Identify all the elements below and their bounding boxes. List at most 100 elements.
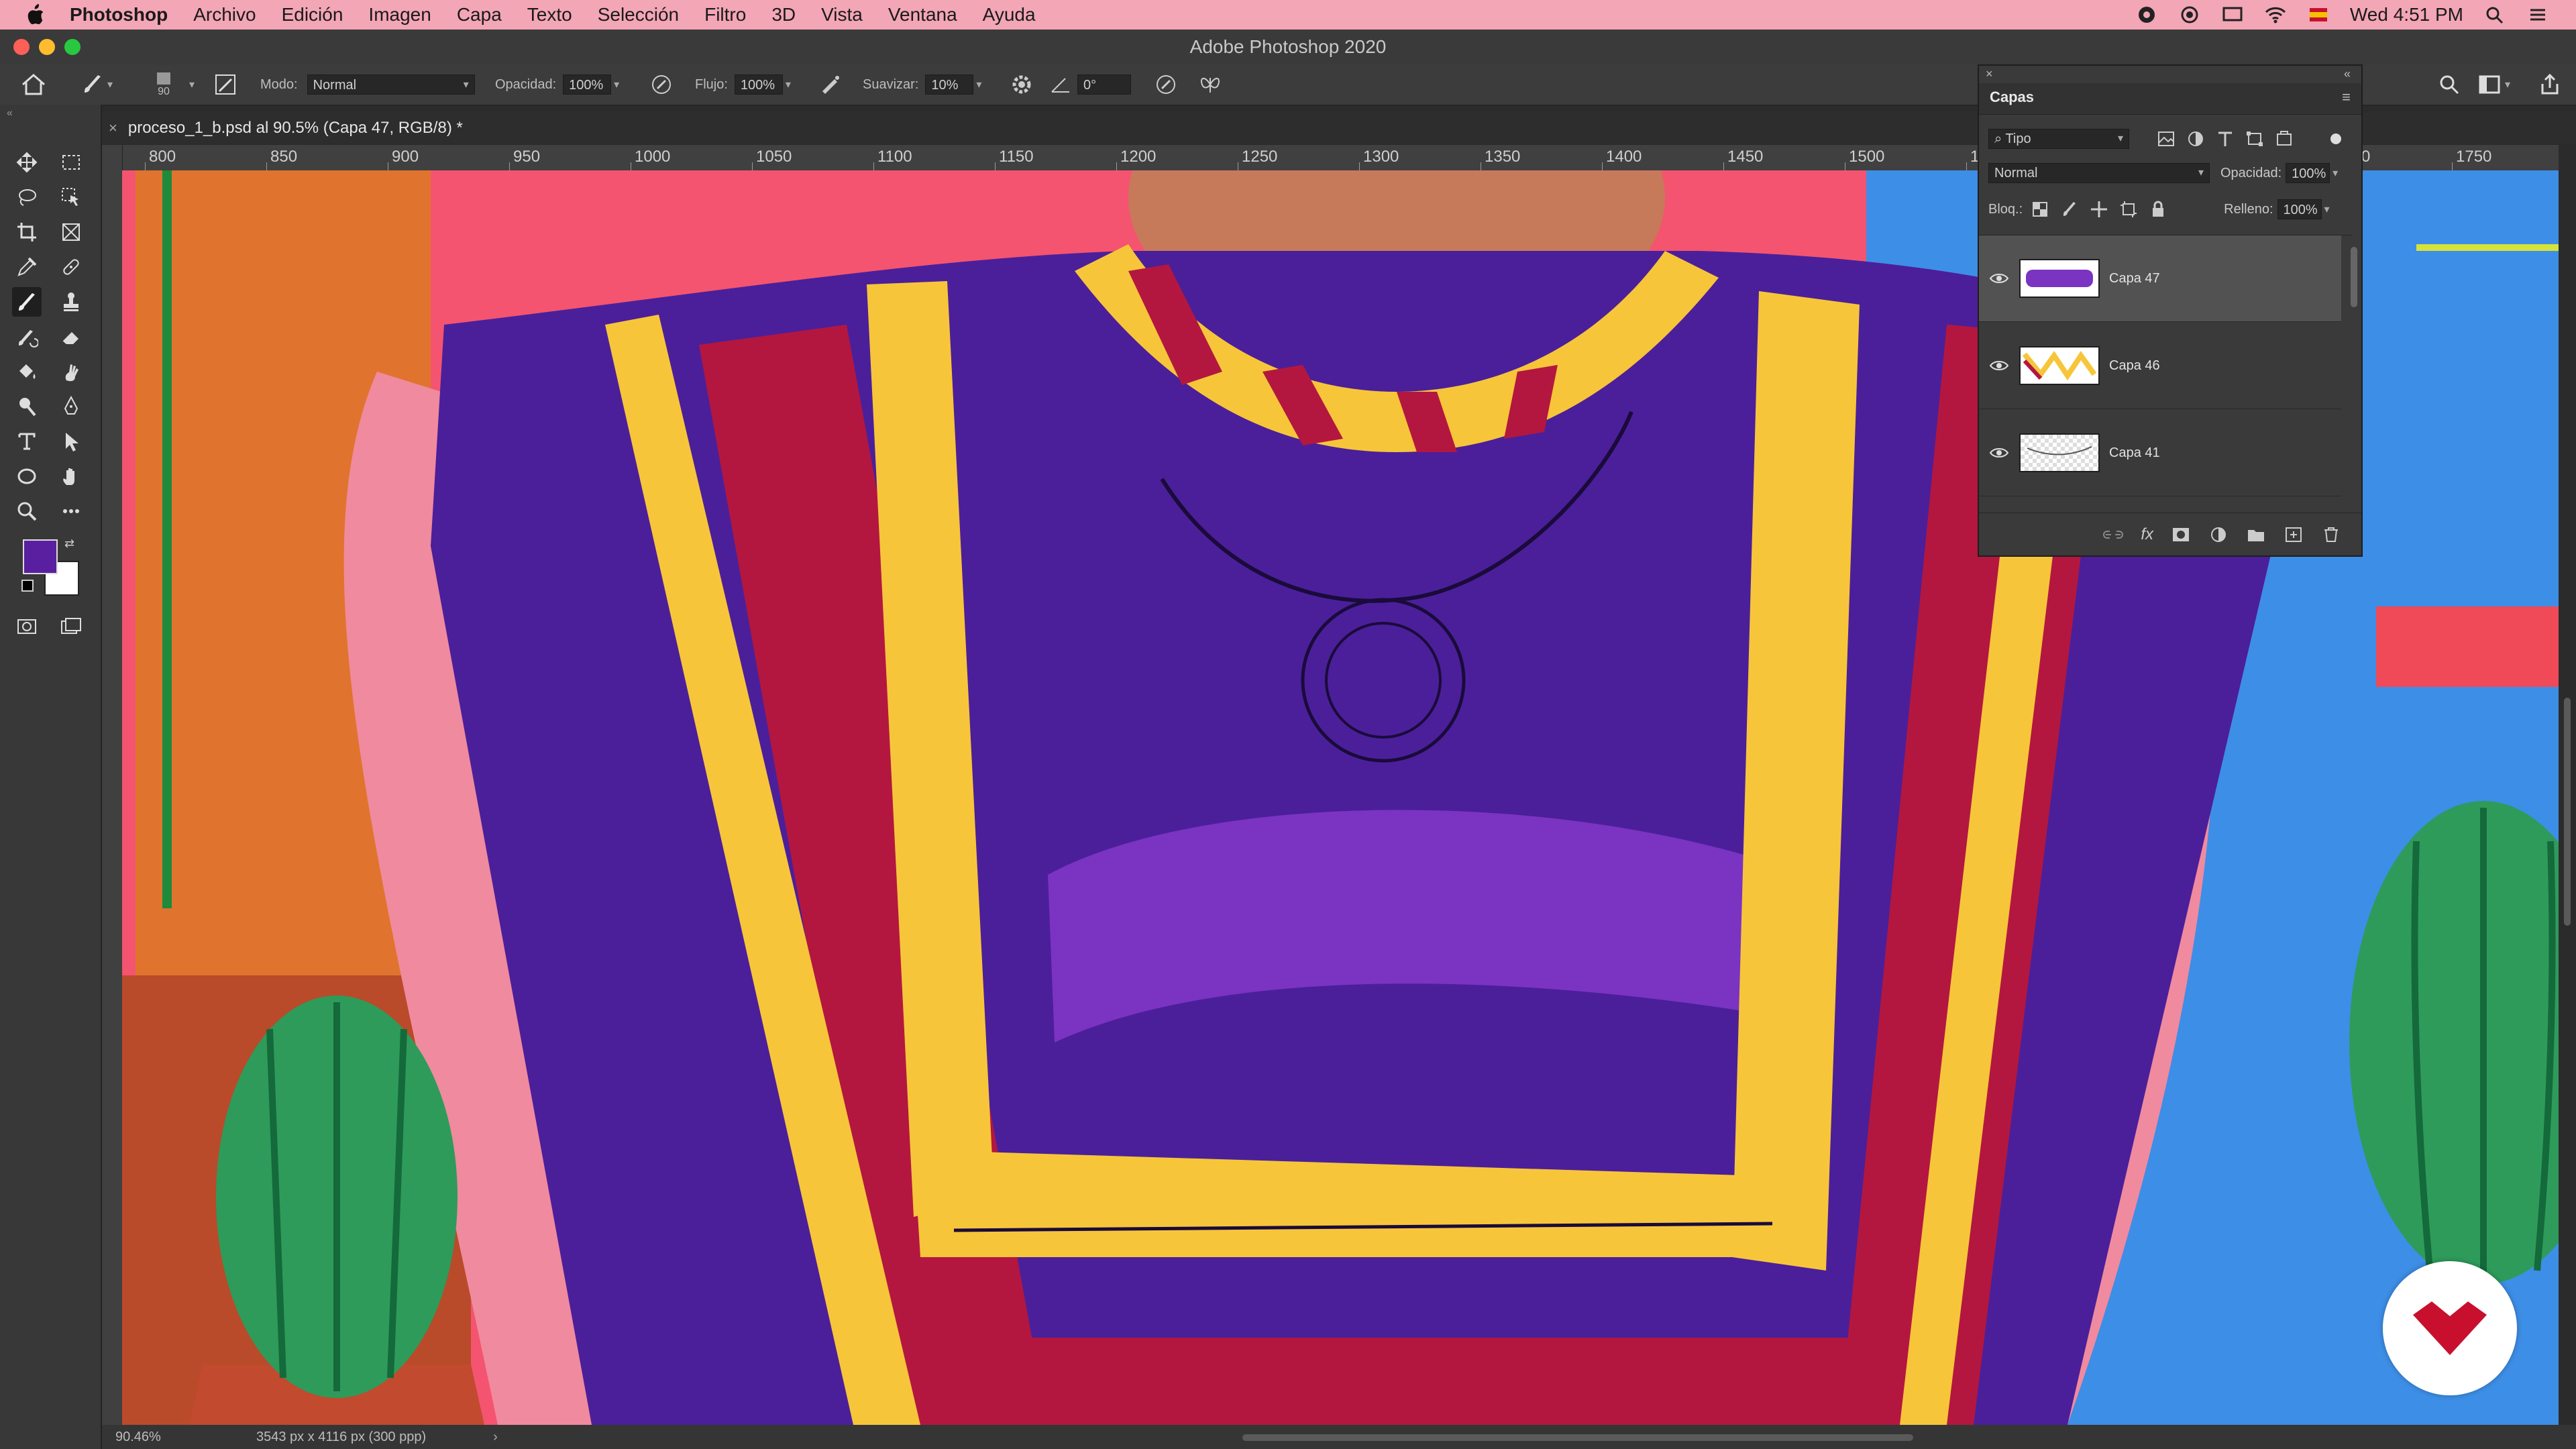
menu-ayuda[interactable]: Ayuda [983,4,1036,25]
layer-row[interactable]: Capa 46 [1979,323,2341,409]
layer-opacity-input[interactable]: 100% [2286,163,2330,183]
close-tab-icon[interactable]: × [109,119,117,137]
ellipse-tool[interactable] [12,462,42,491]
opacity-input[interactable]: 100% [563,74,612,95]
lock-all-icon[interactable] [2149,200,2167,219]
chevron-down-icon[interactable]: ▾ [976,78,981,91]
trash-icon[interactable] [2321,526,2341,543]
window-zoom-button[interactable] [64,39,80,55]
window-close-button[interactable] [13,39,30,55]
smoothing-input[interactable]: 10% [925,74,974,95]
link-layers-icon[interactable] [2103,526,2124,543]
share-button[interactable] [2538,64,2561,105]
layers-scrollbar[interactable] [2351,247,2357,307]
menu-edicion[interactable]: Edición [282,4,343,25]
zoom-tool[interactable] [12,496,42,526]
chevron-down-icon[interactable]: ▾ [614,78,619,91]
layer-name[interactable]: Capa 46 [2109,358,2160,374]
home-button[interactable] [20,64,47,105]
blend-mode-select[interactable]: Normal ▾ [1988,163,2210,183]
wifi-icon[interactable] [2264,5,2287,25]
smoothing-options-button[interactable] [1010,64,1033,105]
object-select-tool[interactable] [56,182,86,212]
new-layer-icon[interactable] [2284,526,2304,543]
filter-pixel-icon[interactable] [2156,129,2176,148]
brush-preset-picker[interactable]: ▾ [80,64,113,105]
eraser-tool[interactable] [56,322,86,352]
paint-bucket-tool[interactable] [12,357,42,386]
brush-tool[interactable] [12,287,42,317]
swap-colors-icon[interactable]: ⇄ [64,537,74,551]
menu-3d[interactable]: 3D [771,4,796,25]
zoom-level[interactable]: 90.46% [115,1430,189,1445]
lock-transparent-icon[interactable] [2031,200,2049,219]
filter-type-icon[interactable] [2215,129,2235,148]
layers-tab[interactable]: Capas [1990,89,2034,106]
workspace-switcher[interactable]: ▾ [2478,64,2510,105]
type-tool[interactable] [12,427,42,456]
menu-ventana[interactable]: Ventana [888,4,957,25]
quick-mask-button[interactable] [12,612,42,641]
screen-mode-button[interactable] [56,612,86,641]
vertical-ruler[interactable] [102,145,123,1425]
history-brush-tool[interactable] [12,322,42,352]
tools-collapse-handle[interactable]: « [7,107,13,119]
panel-collapse-icon[interactable]: « [2344,67,2351,81]
lock-position-icon[interactable] [2090,200,2108,219]
visibility-eye-icon[interactable] [1989,446,2009,460]
airbrush-toggle[interactable] [818,64,843,105]
default-colors-icon[interactable] [21,580,34,592]
visibility-eye-icon[interactable] [1989,359,2009,372]
adjustment-layer-icon[interactable] [2208,526,2229,543]
panel-close-icon[interactable]: × [1986,67,1993,81]
brush-angle-input[interactable]: 0° [1077,74,1131,95]
spotlight-search-icon[interactable] [2483,5,2506,25]
chevron-down-icon[interactable]: ▾ [189,78,195,91]
creative-cloud-icon[interactable] [2135,5,2158,25]
document-tab-title[interactable]: proceso_1_b.psd al 90.5% (Capa 47, RGB/8… [128,119,463,138]
size-pressure-toggle[interactable] [1154,64,1178,105]
more-tools-button[interactable] [56,496,86,526]
menu-archivo[interactable]: Archivo [193,4,256,25]
filter-toggle[interactable] [2330,133,2341,144]
add-mask-icon[interactable] [2171,526,2191,543]
filter-shape-icon[interactable] [2245,129,2265,148]
menu-filtro[interactable]: Filtro [704,4,746,25]
display-icon[interactable] [2221,5,2244,25]
healing-brush-tool[interactable] [56,252,86,282]
crop-tool[interactable] [12,217,42,247]
brush-size-picker[interactable]: 90 [152,64,176,105]
move-tool[interactable] [12,148,42,177]
apple-icon[interactable] [25,4,46,25]
flow-input[interactable]: 100% [734,74,783,95]
horizontal-scrollbar[interactable] [1242,1434,1913,1441]
layer-thumbnail[interactable] [2019,259,2100,298]
menu-vista[interactable]: Vista [821,4,863,25]
marquee-tool[interactable] [56,148,86,177]
search-button[interactable] [2438,64,2461,105]
pen-tool[interactable] [56,392,86,421]
menu-photoshop[interactable]: Photoshop [70,4,168,25]
chevron-down-icon[interactable]: ▾ [786,78,791,91]
lock-pixels-icon[interactable] [2060,200,2079,219]
brush-settings-toggle[interactable] [213,64,237,105]
chevron-down-icon[interactable]: ▾ [2332,166,2338,180]
control-center-icon[interactable] [2526,5,2549,25]
filter-smart-object-icon[interactable] [2274,129,2294,148]
vertical-scrollbar[interactable] [2564,698,2571,926]
menu-capa[interactable]: Capa [457,4,502,25]
fx-icon[interactable]: fx [2141,525,2153,544]
hand-tool[interactable] [56,462,86,491]
panel-menu-icon[interactable]: ≡ [2342,89,2351,106]
layer-name[interactable]: Capa 47 [2109,271,2160,286]
folder-icon[interactable] [2246,526,2266,543]
layer-fill-input[interactable]: 100% [2277,199,2322,219]
layer-filter-select[interactable]: ⌕ Tipo ▾ [1988,129,2129,149]
clone-stamp-tool[interactable] [56,287,86,317]
mode-select[interactable]: Normal ▾ [307,74,475,95]
menu-seleccion[interactable]: Selección [598,4,679,25]
status-menu-icon[interactable]: › [493,1430,498,1445]
menu-imagen[interactable]: Imagen [368,4,431,25]
window-minimize-button[interactable] [39,39,55,55]
chevron-down-icon[interactable]: ▾ [2324,203,2330,216]
